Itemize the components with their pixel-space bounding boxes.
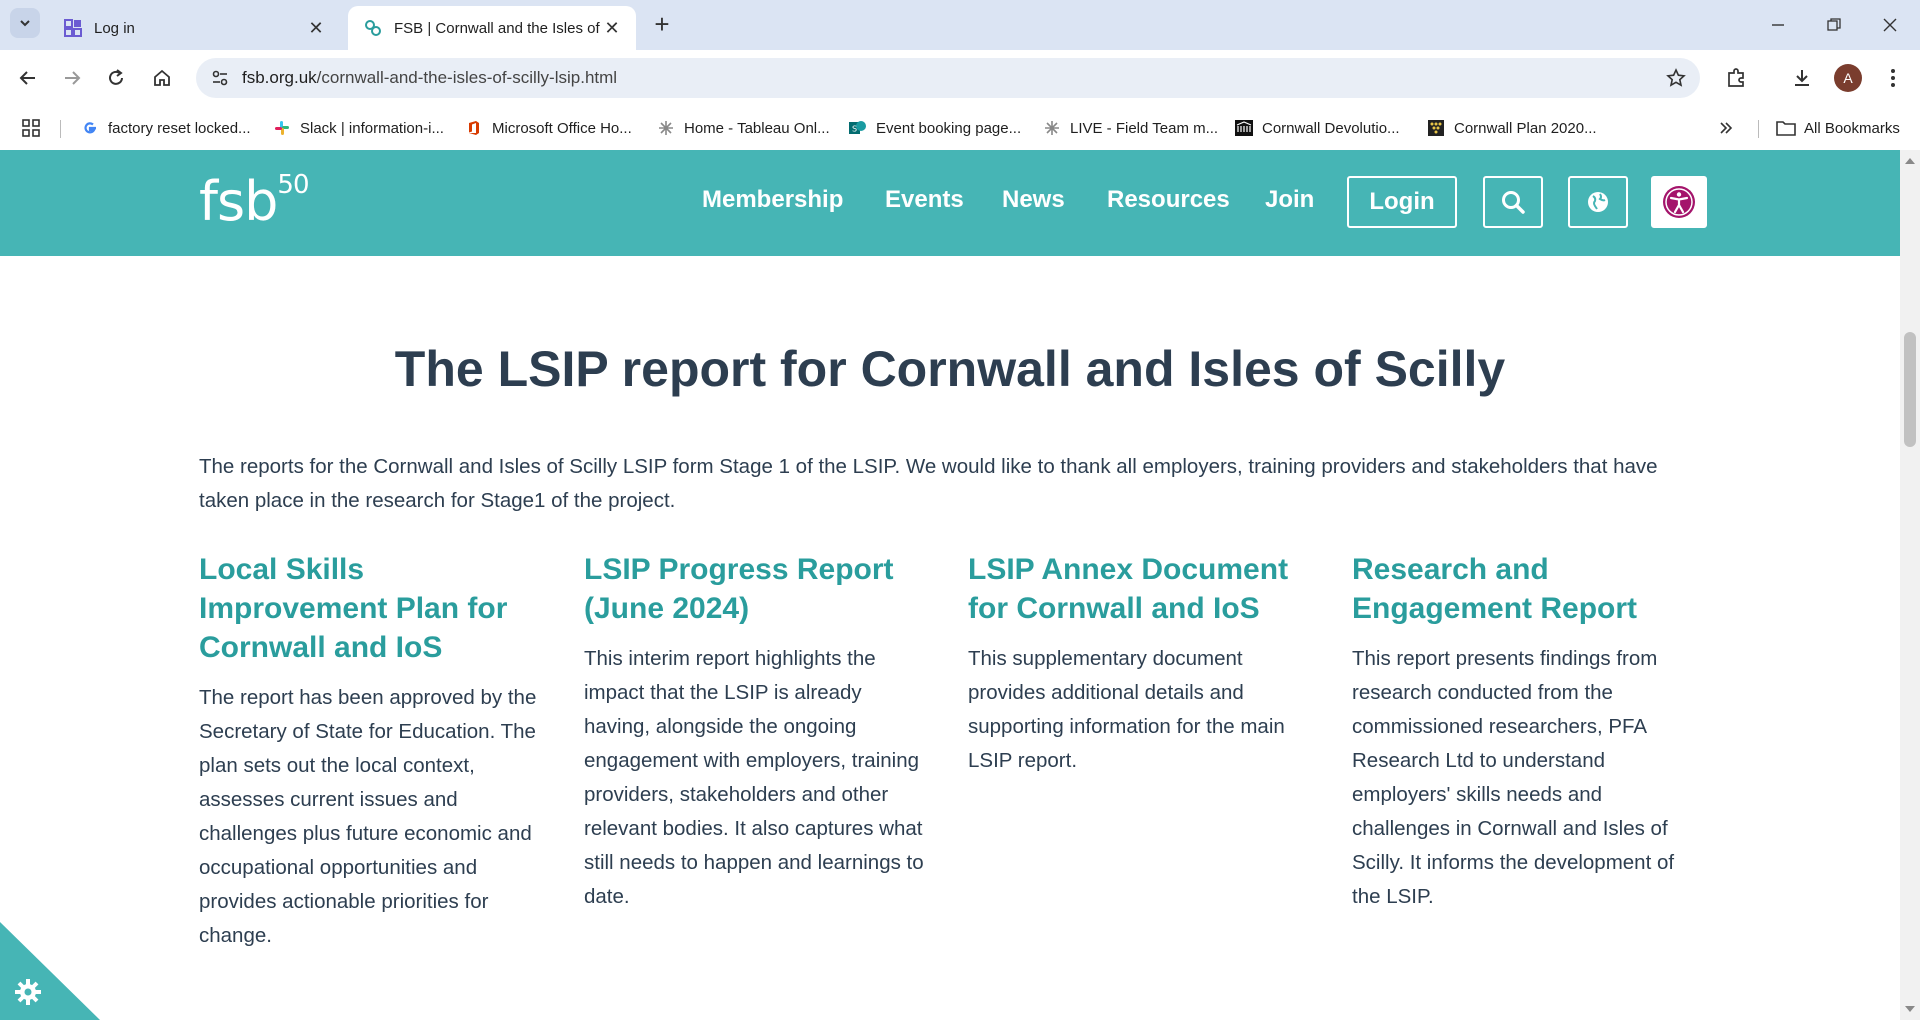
bookmark-item[interactable]: Cornwall Devolutio...	[1234, 116, 1400, 140]
bookmark-item[interactable]: S Event booking page...	[848, 116, 1021, 140]
bookmark-label: LIVE - Field Team m...	[1070, 119, 1219, 137]
cookie-settings-button[interactable]	[0, 922, 100, 1020]
report-card-research: Research and Engagement Report This repo…	[1352, 550, 1697, 914]
scroll-up-icon[interactable]	[1905, 158, 1915, 164]
nav-membership[interactable]: Membership	[702, 186, 843, 214]
reload-icon[interactable]	[100, 62, 132, 94]
sharepoint-icon: S	[848, 118, 868, 138]
minimize-icon[interactable]	[1750, 0, 1806, 50]
browser-toolbar: fsb.org.uk/cornwall-and-the-isles-of-sci…	[0, 50, 1920, 106]
report-card-progress: LSIP Progress Report (June 2024) This in…	[584, 550, 929, 914]
accessibility-icon	[1663, 186, 1695, 218]
search-icon	[1502, 191, 1525, 214]
close-window-icon[interactable]	[1862, 0, 1918, 50]
bookmark-label: Cornwall Devolutio...	[1262, 119, 1400, 137]
report-description: This report presents findings from resea…	[1352, 647, 1675, 908]
all-bookmarks-button[interactable]: All Bookmarks	[1776, 116, 1900, 140]
tab-log-in[interactable]: Log in ✕	[48, 6, 340, 50]
kebab-menu-icon[interactable]	[1877, 62, 1909, 94]
bookmark-label: Home - Tableau Onl...	[684, 119, 830, 137]
nav-resources[interactable]: Resources	[1107, 186, 1230, 214]
tab-strip: Log in ✕ FSB | Cornwall and the Isles of…	[0, 0, 1920, 50]
forward-arrow-icon[interactable]	[56, 62, 88, 94]
tab-title: FSB | Cornwall and the Isles of Scilly	[394, 19, 602, 37]
fsb-favicon-icon	[362, 18, 384, 38]
bookmarks-bar: factory reset locked... Slack | informat…	[0, 106, 1920, 150]
bookmark-item[interactable]: Home - Tableau Onl...	[656, 116, 830, 140]
profile-avatar[interactable]: A	[1834, 64, 1862, 92]
google-icon	[80, 118, 100, 138]
bookmark-label: factory reset locked...	[108, 119, 251, 137]
nav-events[interactable]: Events	[885, 186, 964, 214]
search-button[interactable]	[1483, 176, 1543, 228]
report-link-research[interactable]: Research and Engagement Report	[1352, 550, 1697, 628]
scrollbar-thumb[interactable]	[1904, 332, 1916, 447]
download-icon[interactable]	[1786, 62, 1818, 94]
chevron-down-icon	[20, 20, 30, 27]
council-icon	[1426, 118, 1446, 138]
tab-title: Log in	[94, 19, 135, 37]
report-description: The report has been approved by the Secr…	[199, 686, 537, 947]
slack-icon	[272, 118, 292, 138]
tab-search-button[interactable]	[10, 8, 40, 38]
bookmark-label: Event booking page...	[876, 119, 1022, 137]
council-icon	[1234, 118, 1254, 138]
folder-icon	[1776, 118, 1796, 138]
home-icon[interactable]	[146, 62, 178, 94]
bookmark-label: Slack | information-i...	[300, 119, 444, 137]
tab-fsb[interactable]: FSB | Cornwall and the Isles of Scilly ✕	[348, 6, 636, 50]
all-bookmarks-label: All Bookmarks	[1804, 119, 1900, 137]
accessibility-button[interactable]	[1651, 176, 1707, 228]
apps-grid-icon[interactable]	[22, 116, 40, 140]
page-viewport: fsb50 Membership Events News Resources J…	[0, 150, 1900, 1020]
more-bookmarks-chevron-icon[interactable]	[1718, 116, 1734, 140]
logo-sup: 50	[277, 170, 309, 200]
bookmark-item[interactable]: LIVE - Field Team m...	[1042, 116, 1218, 140]
language-button[interactable]	[1568, 176, 1628, 228]
login-button[interactable]: Login	[1347, 176, 1457, 228]
svg-text:S: S	[852, 125, 857, 134]
tableau-icon	[656, 118, 676, 138]
bookmarks-separator	[60, 120, 61, 138]
globe-icon	[1588, 192, 1608, 212]
site-info-icon[interactable]	[208, 66, 232, 90]
close-tab-icon[interactable]: ✕	[602, 18, 622, 38]
close-tab-icon[interactable]: ✕	[306, 18, 326, 38]
extensions-puzzle-icon[interactable]	[1720, 62, 1752, 94]
bookmark-item[interactable]: Microsoft Office Ho...	[464, 116, 632, 140]
bookmark-label: Cornwall Plan 2020...	[1454, 119, 1597, 137]
nav-news[interactable]: News	[1002, 186, 1065, 214]
office-icon	[464, 118, 484, 138]
report-link-progress[interactable]: LSIP Progress Report (June 2024)	[584, 550, 929, 628]
bookmark-item[interactable]: Cornwall Plan 2020...	[1426, 116, 1597, 140]
report-description: This interim report highlights the impac…	[584, 647, 924, 908]
fsb-logo[interactable]: fsb50	[199, 170, 310, 233]
url-text: fsb.org.uk/cornwall-and-the-isles-of-sci…	[242, 68, 617, 88]
bookmark-item[interactable]: Slack | information-i...	[272, 116, 444, 140]
report-card-lsip: Local Skills Improvement Plan for Cornwa…	[199, 550, 544, 953]
nav-join[interactable]: Join	[1265, 186, 1314, 214]
tableau-icon	[1042, 118, 1062, 138]
report-description: This supplementary document provides add…	[968, 647, 1285, 772]
page-title: The LSIP report for Cornwall and Isles o…	[394, 341, 1506, 397]
report-card-annex: LSIP Annex Document for Cornwall and IoS…	[968, 550, 1313, 778]
intro-paragraph: The reports for the Cornwall and Isles o…	[199, 455, 1658, 512]
back-arrow-icon[interactable]	[12, 62, 44, 94]
bookmark-item[interactable]: factory reset locked...	[80, 116, 251, 140]
url-domain: fsb.org.uk	[242, 68, 317, 87]
app-grid-icon	[62, 18, 84, 38]
scroll-down-icon[interactable]	[1905, 1006, 1915, 1012]
restore-icon[interactable]	[1806, 0, 1862, 50]
report-link-annex[interactable]: LSIP Annex Document for Cornwall and IoS	[968, 550, 1313, 628]
new-tab-plus-icon[interactable]: +	[648, 9, 676, 39]
site-header: fsb50 Membership Events News Resources J…	[0, 150, 1900, 256]
bookmarks-separator	[1758, 120, 1759, 138]
page-scrollbar[interactable]	[1900, 150, 1920, 1020]
bookmark-label: Microsoft Office Ho...	[492, 119, 632, 137]
url-path: /cornwall-and-the-isles-of-scilly-lsip.h…	[316, 68, 618, 87]
address-bar[interactable]: fsb.org.uk/cornwall-and-the-isles-of-sci…	[196, 58, 1700, 98]
logo-text: fsb	[199, 170, 278, 233]
bookmark-star-icon[interactable]	[1664, 66, 1688, 90]
report-link-lsip[interactable]: Local Skills Improvement Plan for Cornwa…	[199, 550, 544, 667]
